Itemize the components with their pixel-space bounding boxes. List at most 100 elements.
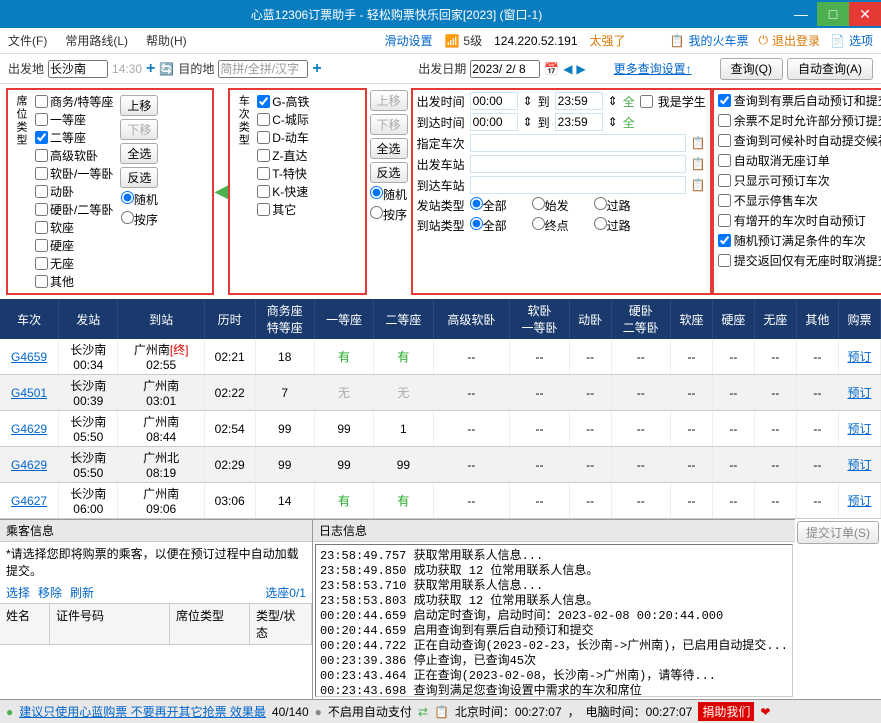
seat-9[interactable]: 无座: [35, 255, 113, 272]
opt-5[interactable]: 不显示停售车次: [718, 192, 881, 209]
calendar-icon[interactable]: 📅: [544, 62, 559, 76]
spec-train-input[interactable]: [470, 134, 686, 152]
train-all[interactable]: 全选: [370, 138, 408, 159]
opt-6[interactable]: 有增开的车次时自动预订: [718, 212, 881, 229]
pass-select[interactable]: 选择: [6, 584, 30, 601]
train-up[interactable]: 上移: [370, 90, 408, 111]
seat-6[interactable]: 硬卧/二等卧: [35, 201, 113, 218]
train-down[interactable]: 下移: [370, 114, 408, 135]
strong-link[interactable]: 太强了: [590, 32, 626, 49]
add-to-icon[interactable]: +: [312, 60, 321, 78]
log-content[interactable]: 23:58:49.757 获取常用联系人信息... 23:58:49.850 成…: [315, 544, 793, 697]
seat-2[interactable]: 二等座: [35, 129, 113, 146]
opt-2[interactable]: 查询到可候补时自动提交候补: [718, 132, 881, 149]
more-settings[interactable]: 更多查询设置↑: [614, 60, 692, 77]
add-from-icon[interactable]: +: [146, 60, 155, 78]
maximize-button[interactable]: □: [817, 2, 849, 26]
status-tip[interactable]: 建议只使用心蓝购票 不要再开其它抢票 效果最: [19, 703, 266, 720]
dep-sta-input[interactable]: [470, 155, 686, 173]
seat-10[interactable]: 其他: [35, 273, 113, 290]
traintype-1[interactable]: C-城际: [257, 111, 309, 128]
seat-up[interactable]: 上移: [120, 95, 158, 116]
book-button[interactable]: 预订: [847, 458, 871, 472]
traintype-2[interactable]: D-动车: [257, 129, 309, 146]
from-input[interactable]: [48, 60, 108, 78]
date-input[interactable]: [470, 60, 540, 78]
table-row[interactable]: G4629长沙南05:50广州南08:4402:5499991---------…: [0, 411, 881, 447]
slide-settings[interactable]: 滑动设置: [384, 32, 432, 49]
book-button[interactable]: 预订: [847, 386, 871, 400]
book-button[interactable]: 预订: [847, 494, 871, 508]
seat-random[interactable]: [121, 191, 134, 204]
traintype-4[interactable]: T-特快: [257, 165, 309, 182]
seat-0[interactable]: 商务/特等座: [35, 93, 113, 110]
menu-file[interactable]: 文件(F): [8, 32, 47, 49]
seat-order[interactable]: [121, 211, 134, 224]
pick-train-icon[interactable]: 📋: [691, 136, 706, 150]
submit-order-button[interactable]: 提交订单(S): [797, 521, 879, 544]
opt-4[interactable]: 只显示可预订车次: [718, 172, 881, 189]
train-no[interactable]: G4627: [11, 494, 47, 508]
menu-help[interactable]: 帮助(H): [146, 32, 187, 49]
seat-4[interactable]: 软卧/一等卧: [35, 165, 113, 182]
to-input[interactable]: [218, 60, 308, 78]
table-row[interactable]: G4501长沙南00:39广州南03:0102:227无无-----------…: [0, 375, 881, 411]
book-button[interactable]: 预订: [847, 350, 871, 364]
opt-7[interactable]: 随机预订满足条件的车次: [718, 232, 881, 249]
seat-inv[interactable]: 反选: [120, 167, 158, 188]
all-day-icon[interactable]: 全: [623, 93, 635, 110]
table-row[interactable]: G4627长沙南06:00广州南09:0603:0614有有----------…: [0, 483, 881, 519]
my-tickets[interactable]: 我的火车票: [689, 32, 749, 49]
train-inv[interactable]: 反选: [370, 162, 408, 183]
opt-0[interactable]: 查询到有票后自动预订和提交: [718, 92, 881, 109]
options[interactable]: 选项: [849, 32, 873, 49]
query-button[interactable]: 查询(Q): [720, 58, 783, 80]
train-no[interactable]: G4501: [11, 386, 47, 400]
pick-dep-icon[interactable]: 📋: [691, 157, 706, 171]
dep-type-pass[interactable]: [594, 197, 607, 210]
all-day-icon2[interactable]: 全: [623, 114, 635, 131]
seat-1[interactable]: 一等座: [35, 111, 113, 128]
arr-type-end[interactable]: [532, 217, 545, 230]
logout[interactable]: 退出登录: [772, 32, 820, 49]
traintype-3[interactable]: Z-直达: [257, 147, 309, 164]
train-random[interactable]: [370, 186, 383, 199]
seat-7[interactable]: 软座: [35, 219, 113, 236]
arr-sta-input[interactable]: [470, 176, 686, 194]
date-prev-icon[interactable]: ◀: [563, 62, 572, 76]
table-row[interactable]: G4659长沙南00:34广州南[终]02:5502:2118有有-------…: [0, 339, 881, 375]
book-button[interactable]: 预订: [847, 422, 871, 436]
table-row[interactable]: G4629长沙南05:50广州北08:1902:29999999--------…: [0, 447, 881, 483]
train-no[interactable]: G4629: [11, 422, 47, 436]
date-next-icon[interactable]: ▶: [576, 62, 585, 76]
opt-1[interactable]: 余票不足时允许部分预订提交: [718, 112, 881, 129]
arr-type-pass[interactable]: [594, 217, 607, 230]
swap-icon[interactable]: 🔄: [159, 62, 174, 76]
seat-down[interactable]: 下移: [120, 119, 158, 140]
dep-time-from[interactable]: [470, 92, 518, 110]
menu-route[interactable]: 常用路线(L): [65, 32, 128, 49]
seat-3[interactable]: 高级软卧: [35, 147, 113, 164]
pass-refresh[interactable]: 刷新: [70, 584, 94, 601]
dep-type-all[interactable]: [470, 197, 483, 210]
dep-type-start[interactable]: [532, 197, 545, 210]
train-no[interactable]: G4629: [11, 458, 47, 472]
opt-8[interactable]: 提交返回仅有无座时取消提交: [718, 252, 881, 269]
train-order[interactable]: [370, 206, 383, 219]
pass-remove[interactable]: 移除: [38, 584, 62, 601]
minimize-button[interactable]: —: [785, 2, 817, 26]
arr-time-from[interactable]: [470, 113, 518, 131]
close-button[interactable]: ✕: [849, 2, 881, 26]
opt-3[interactable]: 自动取消无座订单: [718, 152, 881, 169]
seat-5[interactable]: 动卧: [35, 183, 113, 200]
pick-arr-icon[interactable]: 📋: [691, 178, 706, 192]
auto-query-button[interactable]: 自动查询(A): [787, 58, 873, 80]
arr-time-to[interactable]: [555, 113, 603, 131]
traintype-0[interactable]: G-高铁: [257, 93, 309, 110]
donate-button[interactable]: 捐助我们: [698, 702, 754, 721]
dep-time-to[interactable]: [555, 92, 603, 110]
arr-type-all[interactable]: [470, 217, 483, 230]
traintype-6[interactable]: 其它: [257, 201, 309, 218]
train-no[interactable]: G4659: [11, 350, 47, 364]
student-checkbox[interactable]: [640, 95, 653, 108]
